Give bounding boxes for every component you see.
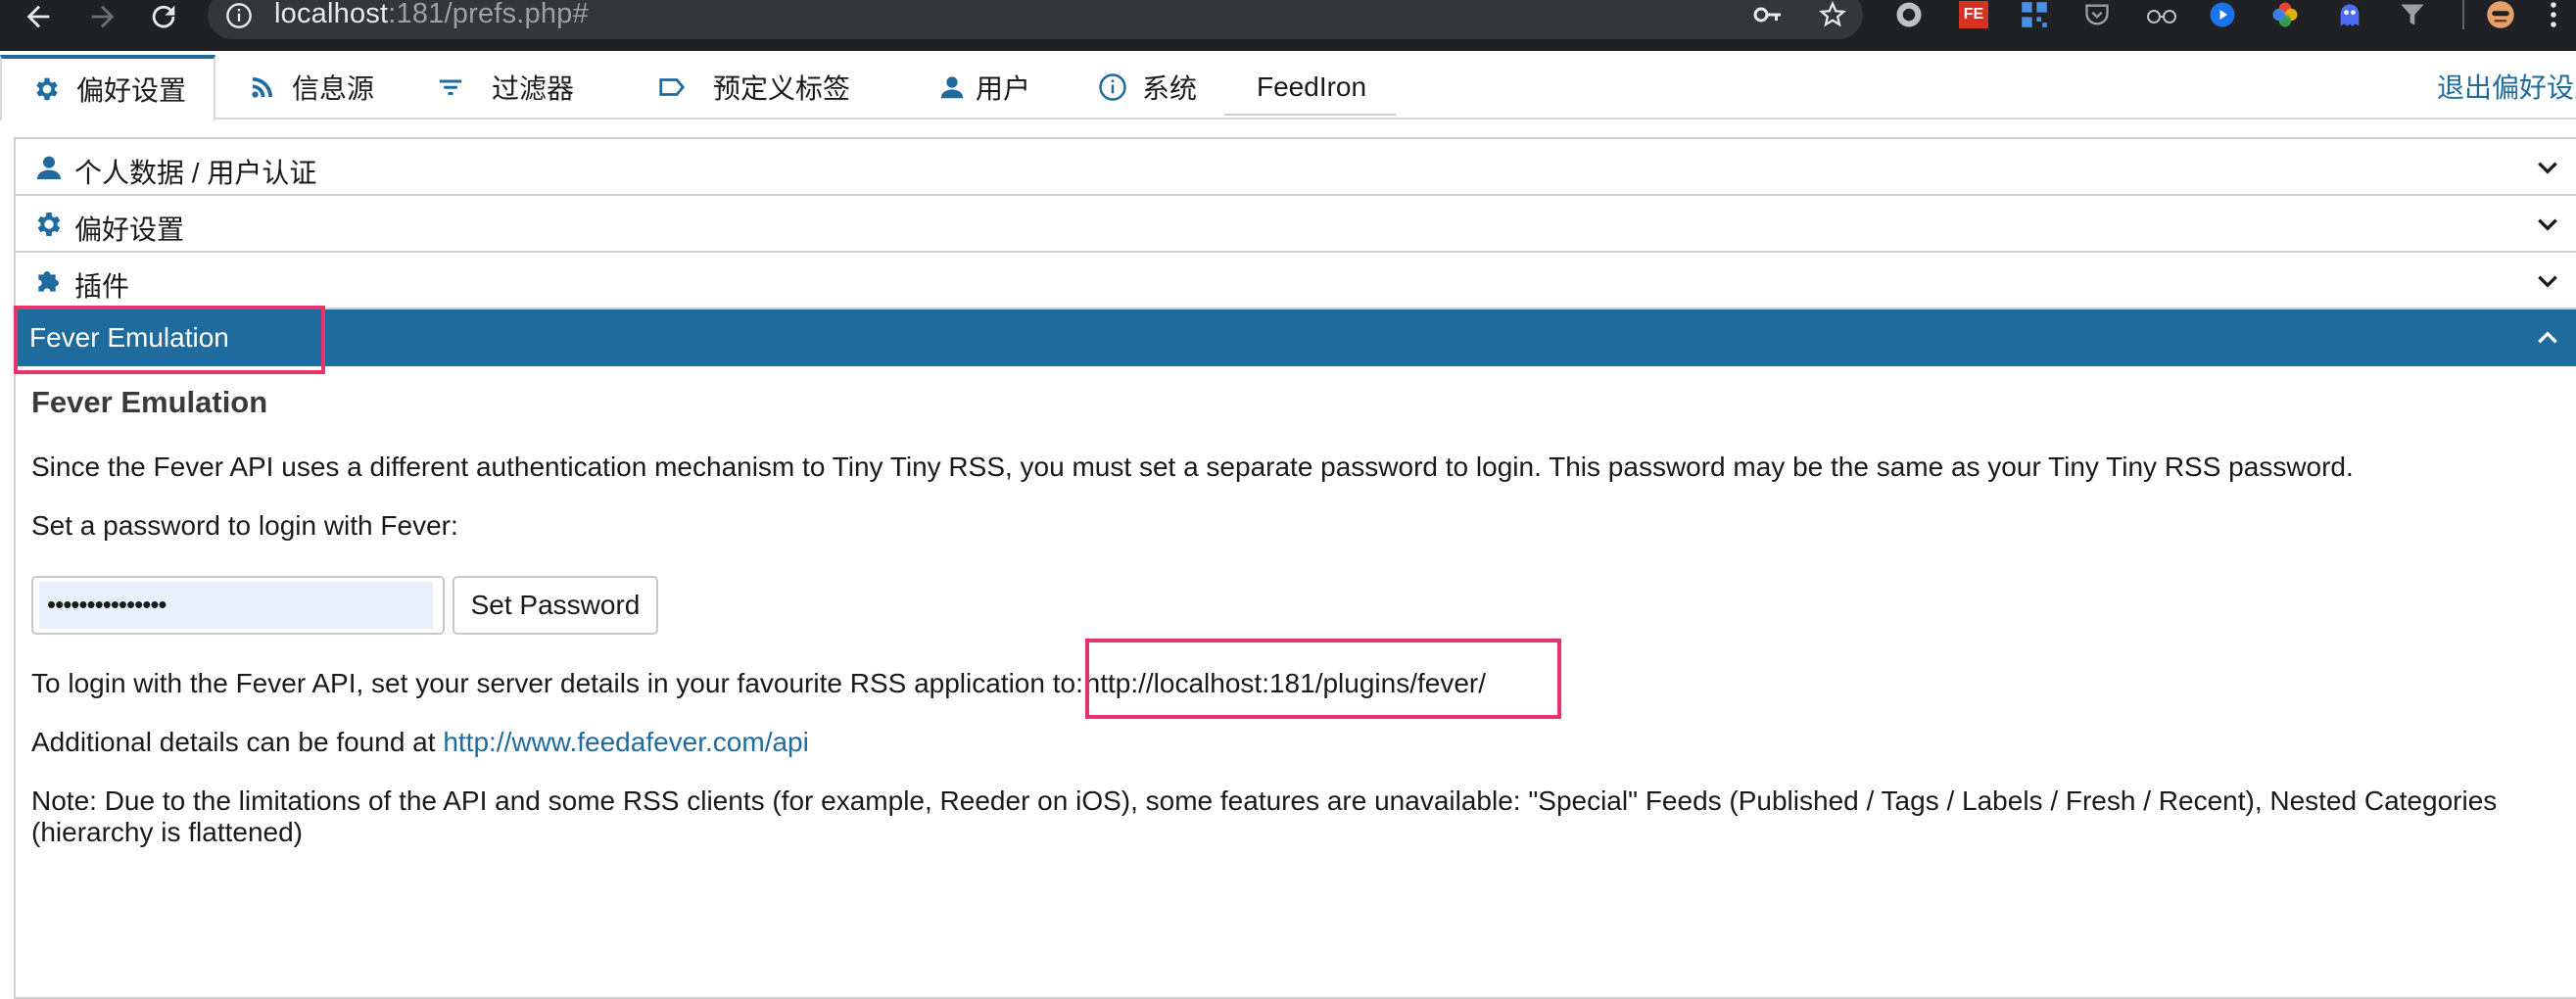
highlight-box xyxy=(1085,639,1561,719)
toolbar-divider xyxy=(2462,0,2464,29)
chevron-down-icon xyxy=(2538,275,2557,288)
key-icon[interactable] xyxy=(1751,0,1785,29)
site-info-icon[interactable] xyxy=(225,2,253,29)
puzzle-icon xyxy=(33,265,65,297)
url-text[interactable]: localhost:181/prefs.php# xyxy=(274,0,589,30)
tab-filters[interactable]: 过滤器 xyxy=(435,55,574,119)
details-text: Additional details can be found at xyxy=(31,727,444,757)
funnel-ext-icon[interactable] xyxy=(2396,0,2429,29)
gear-icon xyxy=(31,73,63,105)
accordion-label: 偏好设置 xyxy=(74,214,185,245)
tab-labels[interactable]: 预定义标签 xyxy=(656,55,850,119)
qr-ext-icon[interactable] xyxy=(2018,0,2051,29)
back-arrow-icon[interactable] xyxy=(14,0,63,33)
play-ext-icon[interactable] xyxy=(2206,0,2239,29)
logout-prefs-link[interactable]: 退出偏好设置 xyxy=(2437,67,2576,106)
menu-dots-icon[interactable] xyxy=(2537,0,2570,29)
tab-feeds[interactable]: 信息源 xyxy=(247,55,374,119)
tab-label: 信息源 xyxy=(292,73,375,104)
details-line: Additional details can be found at http:… xyxy=(31,727,809,758)
tag-icon xyxy=(656,71,688,103)
chevron-down-icon xyxy=(2538,162,2557,174)
tab-label: 用户 xyxy=(976,73,1031,104)
set-password-prompt: Set a password to login with Fever: xyxy=(31,510,458,541)
info-icon xyxy=(1097,71,1128,103)
tab-label: FeedIron xyxy=(1257,71,1367,102)
tab-divider xyxy=(1224,114,1396,116)
ghost-ext-icon[interactable] xyxy=(2333,0,2366,29)
highlight-box xyxy=(14,306,325,374)
note-line-2: (hierarchy is flattened) xyxy=(31,817,304,847)
prefs-tab-bar: 偏好设置 信息源 过滤器 预定义标签 用户 系统 FeedIron 退出偏好设置 xyxy=(0,51,2576,121)
tab-label: 预定义标签 xyxy=(713,73,851,104)
fever-api-link[interactable]: http://www.feedafever.com/api xyxy=(443,727,809,757)
browser-toolbar: localhost:181/prefs.php# FE xyxy=(0,0,2576,51)
circle-ext-icon[interactable] xyxy=(1892,0,1926,29)
user-icon xyxy=(33,152,65,183)
accordion-label: 插件 xyxy=(74,271,130,302)
filter-icon xyxy=(435,71,466,103)
login-text: To login with the Fever API, set your se… xyxy=(31,668,1091,698)
section-title: Fever Emulation xyxy=(31,385,268,419)
tab-feediron[interactable]: FeedIron xyxy=(1257,55,1366,119)
set-password-button[interactable]: Set Password xyxy=(453,576,658,635)
tab-label: 系统 xyxy=(1142,73,1198,104)
user-icon xyxy=(936,71,968,103)
tab-system[interactable]: 系统 xyxy=(1097,55,1197,119)
fever-password-input[interactable]: ••••••••••••••• xyxy=(31,576,445,635)
chevron-up-icon xyxy=(2538,331,2557,344)
accordion-personal-data[interactable]: 个人数据 / 用户认证 xyxy=(16,139,2576,196)
tab-label: 过滤器 xyxy=(492,73,575,104)
photos-ext-icon[interactable] xyxy=(2268,0,2302,29)
note-line-1: Note: Due to the limitations of the API … xyxy=(31,785,2498,816)
password-value: ••••••••••••••• xyxy=(47,590,167,619)
address-bar[interactable]: localhost:181/prefs.php# xyxy=(208,0,1863,39)
intro-text: Since the Fever API uses a different aut… xyxy=(31,452,2354,482)
pocket-icon[interactable] xyxy=(2080,0,2114,29)
rss-icon xyxy=(247,71,278,103)
forward-arrow-icon[interactable] xyxy=(78,0,127,33)
fe-ext-icon[interactable]: FE xyxy=(1957,0,1990,29)
star-icon[interactable] xyxy=(1816,0,1849,29)
prefs-accordion: 个人数据 / 用户认证 偏好设置 插件 Fever Emulation xyxy=(14,137,2576,999)
accordion-preferences[interactable]: 偏好设置 xyxy=(16,196,2576,253)
tab-preferences[interactable]: 偏好设置 xyxy=(0,55,215,121)
reload-icon[interactable] xyxy=(139,0,188,33)
glasses-ext-icon[interactable] xyxy=(2145,0,2178,29)
gear-icon xyxy=(33,209,65,240)
accordion-fever-emulation[interactable]: Fever Emulation xyxy=(16,309,2576,366)
accordion-label: 个人数据 / 用户认证 xyxy=(74,158,317,188)
tab-label: 偏好设置 xyxy=(76,75,187,106)
avatar-icon[interactable] xyxy=(2484,0,2517,29)
accordion-plugins[interactable]: 插件 xyxy=(16,253,2576,309)
chevron-down-icon xyxy=(2538,218,2557,231)
tab-users[interactable]: 用户 xyxy=(936,55,1030,119)
